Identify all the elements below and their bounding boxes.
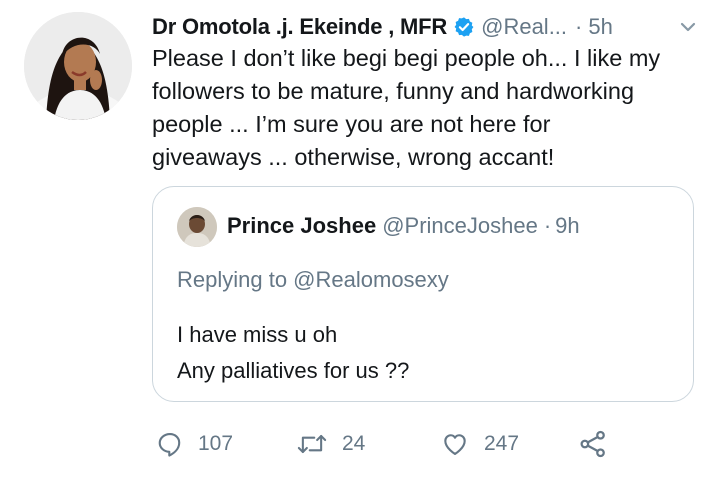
author-name[interactable]: Dr Omotola .j. Ekeinde , MFR	[152, 14, 447, 40]
author-avatar[interactable]	[24, 12, 132, 120]
like-button[interactable]: 247	[440, 424, 519, 464]
retweet-button[interactable]: 24	[296, 424, 365, 464]
reply-button[interactable]: 107	[156, 424, 233, 464]
reply-count: 107	[198, 432, 234, 455]
quoted-tweet-text: I have miss u oh Any palliatives for us …	[177, 317, 409, 389]
share-icon	[578, 429, 608, 459]
tweet-action-bar: 107 24 247	[152, 424, 652, 464]
tweet-text-line: people ... I’m sure you are not here for	[152, 111, 551, 137]
tweet-header: Dr Omotola .j. Ekeinde , MFR @Real... · …	[152, 10, 702, 44]
header-separator: ·	[575, 14, 583, 39]
tweet-text-line: Please I don’t like begi begi people oh.…	[152, 45, 661, 71]
replying-to-label[interactable]: Replying to @Realomosexy	[177, 267, 449, 293]
share-button[interactable]	[578, 424, 608, 464]
like-count: 247	[484, 432, 520, 455]
retweet-count: 24	[342, 432, 366, 455]
author-handle[interactable]: @Real...	[481, 14, 567, 40]
quoted-tweet-header: Prince Joshee @PrinceJoshee · 9h	[227, 213, 580, 239]
quoted-author-name[interactable]: Prince Joshee	[227, 213, 376, 238]
quoted-tweet-text-line: Any palliatives for us ??	[177, 358, 410, 383]
verified-badge-icon	[453, 16, 475, 38]
quoted-header-separator: ·	[543, 213, 552, 238]
heart-icon	[440, 430, 470, 458]
quoted-author-handle[interactable]: @PrinceJoshee	[382, 213, 538, 238]
chevron-down-icon[interactable]	[678, 17, 698, 43]
quoted-tweet-card[interactable]: Prince Joshee @PrinceJoshee · 9h Replying t…	[152, 186, 694, 402]
quoted-author-avatar	[177, 207, 217, 247]
tweet-text-line: followers to be mature, funny and hardwo…	[152, 78, 635, 104]
tweet-text: Please I don’t like begi begi people oh.…	[152, 42, 702, 174]
tweet-text-line: giveaways ... otherwise, wrong accant!	[152, 144, 555, 170]
reply-icon	[156, 430, 184, 458]
quoted-tweet-timestamp[interactable]: 9h	[555, 213, 579, 238]
tweet-timestamp[interactable]: 5h	[588, 14, 612, 40]
retweet-icon	[296, 430, 328, 458]
quoted-tweet-text-line: I have miss u oh	[177, 322, 338, 347]
